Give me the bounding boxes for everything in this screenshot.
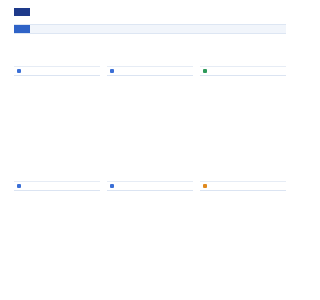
list-item [17, 167, 97, 173]
list-item [110, 167, 190, 173]
nav-item[interactable] [86, 25, 102, 33]
panel-header [107, 182, 193, 191]
site-logo[interactable] [14, 8, 55, 16]
nav-item[interactable] [254, 25, 270, 33]
logo-text [31, 8, 55, 16]
nav-item[interactable] [206, 25, 222, 33]
nav-item[interactable] [38, 25, 54, 33]
nav-item[interactable] [182, 25, 198, 33]
nav-item[interactable] [158, 25, 174, 33]
nav-item[interactable] [134, 25, 150, 33]
category-panel [14, 66, 100, 173]
link-list [14, 191, 100, 300]
link-list [14, 76, 100, 173]
nav-item[interactable] [230, 25, 246, 33]
category-panel [200, 181, 286, 300]
document-icon [110, 69, 114, 73]
logo-mark [14, 8, 30, 16]
link-list [107, 191, 193, 300]
panel-header [14, 67, 100, 76]
document-icon [203, 184, 207, 188]
nav-item[interactable] [110, 25, 126, 33]
nav-item-home[interactable] [14, 25, 30, 33]
document-icon [17, 69, 21, 73]
link-list [107, 76, 193, 173]
document-icon [203, 69, 207, 73]
nav-item[interactable] [62, 25, 78, 33]
document-icon [17, 184, 21, 188]
article-link[interactable] [17, 167, 97, 173]
link-list [200, 76, 286, 173]
category-panel [107, 66, 193, 173]
link-list [200, 191, 286, 300]
panel-header [200, 67, 286, 76]
list-item [203, 167, 283, 173]
article-link[interactable] [110, 167, 190, 173]
category-panel [14, 181, 100, 300]
category-panel [107, 181, 193, 300]
main-navigation [14, 24, 286, 34]
panel-header [14, 182, 100, 191]
category-panel [200, 66, 286, 173]
document-icon [110, 184, 114, 188]
panel-header [107, 67, 193, 76]
article-link[interactable] [203, 167, 283, 173]
panel-header [200, 182, 286, 191]
